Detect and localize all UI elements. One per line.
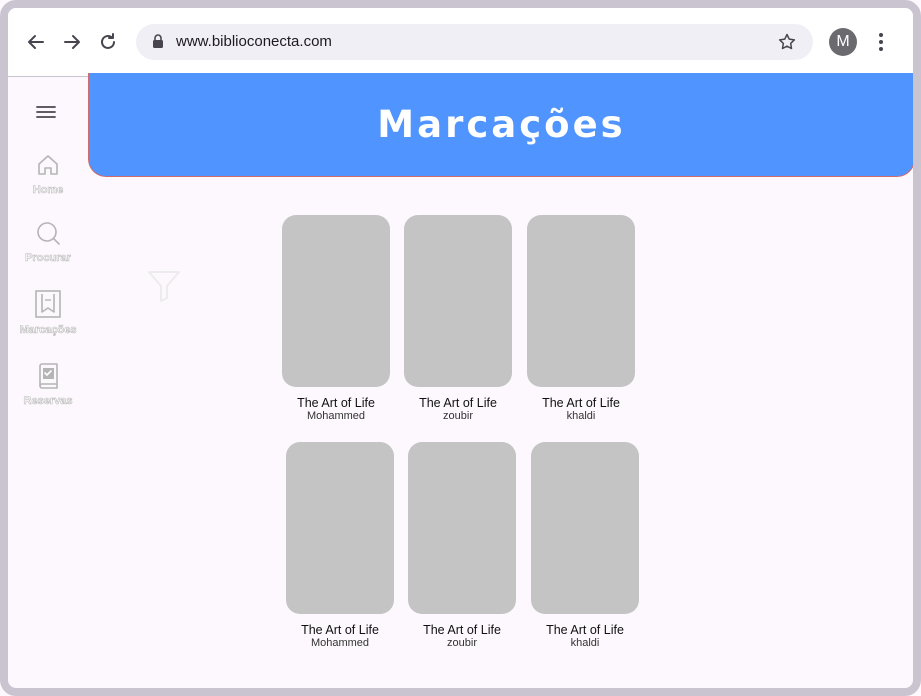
hamburger-menu-icon[interactable] xyxy=(35,104,57,125)
bookmark-icon xyxy=(35,290,61,323)
book-cover[interactable] xyxy=(282,215,390,387)
book-author: zoubir xyxy=(447,637,477,649)
search-icon xyxy=(35,220,61,251)
book-author: Mohammed xyxy=(306,410,366,422)
book-title: The Art of Life xyxy=(419,396,497,410)
back-arrow-icon[interactable] xyxy=(24,30,48,54)
book-author: Mohammed xyxy=(310,637,370,649)
sidebar-item-label: Procurar xyxy=(25,252,71,265)
forward-arrow-icon[interactable] xyxy=(60,30,84,54)
sidebar-item-label: Home xyxy=(32,184,64,197)
book-title: The Art of Life xyxy=(546,623,624,637)
sidebar: Home Procurar Marcações Reservas xyxy=(8,76,88,688)
book-cover[interactable] xyxy=(527,215,635,387)
book-cover[interactable] xyxy=(531,442,639,614)
book-title: The Art of Life xyxy=(423,623,501,637)
sidebar-item-marcacoes[interactable]: Marcações xyxy=(8,290,88,336)
book-card[interactable]: The Art of Life Mohammed xyxy=(286,442,394,650)
book-card[interactable]: The Art of Life zoubir xyxy=(404,215,512,423)
book-title: The Art of Life xyxy=(301,623,379,637)
reservation-book-icon xyxy=(36,363,60,394)
lock-icon xyxy=(152,34,164,54)
book-title: The Art of Life xyxy=(542,396,620,410)
book-cover[interactable] xyxy=(404,215,512,387)
more-vert-icon[interactable] xyxy=(876,30,886,59)
sidebar-item-procurar[interactable]: Procurar xyxy=(8,220,88,264)
sidebar-item-reservas[interactable]: Reservas xyxy=(8,363,88,407)
book-author: zoubir xyxy=(443,410,473,422)
book-card[interactable]: The Art of Life khaldi xyxy=(527,215,635,423)
filter-icon[interactable] xyxy=(146,268,182,309)
book-card[interactable]: The Art of Life zoubir xyxy=(408,442,516,650)
home-icon xyxy=(35,152,61,183)
profile-avatar[interactable]: M xyxy=(829,28,857,56)
url-text: www.biblioconecta.com xyxy=(176,33,332,50)
reload-icon[interactable] xyxy=(96,30,120,54)
sidebar-item-label: Marcações xyxy=(19,324,77,337)
bookmark-star-icon[interactable] xyxy=(777,32,797,57)
book-card[interactable]: The Art of Life Mohammed xyxy=(282,215,390,423)
book-title: The Art of Life xyxy=(297,396,375,410)
browser-toolbar: www.biblioconecta.com M xyxy=(8,8,913,77)
address-bar[interactable]: www.biblioconecta.com xyxy=(136,24,813,60)
sidebar-item-home[interactable]: Home xyxy=(8,152,88,196)
book-cover[interactable] xyxy=(408,442,516,614)
book-author: khaldi xyxy=(570,637,600,649)
page-header: Marcações xyxy=(88,73,913,177)
browser-window: www.biblioconecta.com M Marcações Home P xyxy=(0,0,921,696)
sidebar-item-label: Reservas xyxy=(23,395,73,408)
page-title: Marcações xyxy=(377,103,626,146)
book-author: khaldi xyxy=(566,410,596,422)
book-cover[interactable] xyxy=(286,442,394,614)
book-card[interactable]: The Art of Life khaldi xyxy=(531,442,639,650)
